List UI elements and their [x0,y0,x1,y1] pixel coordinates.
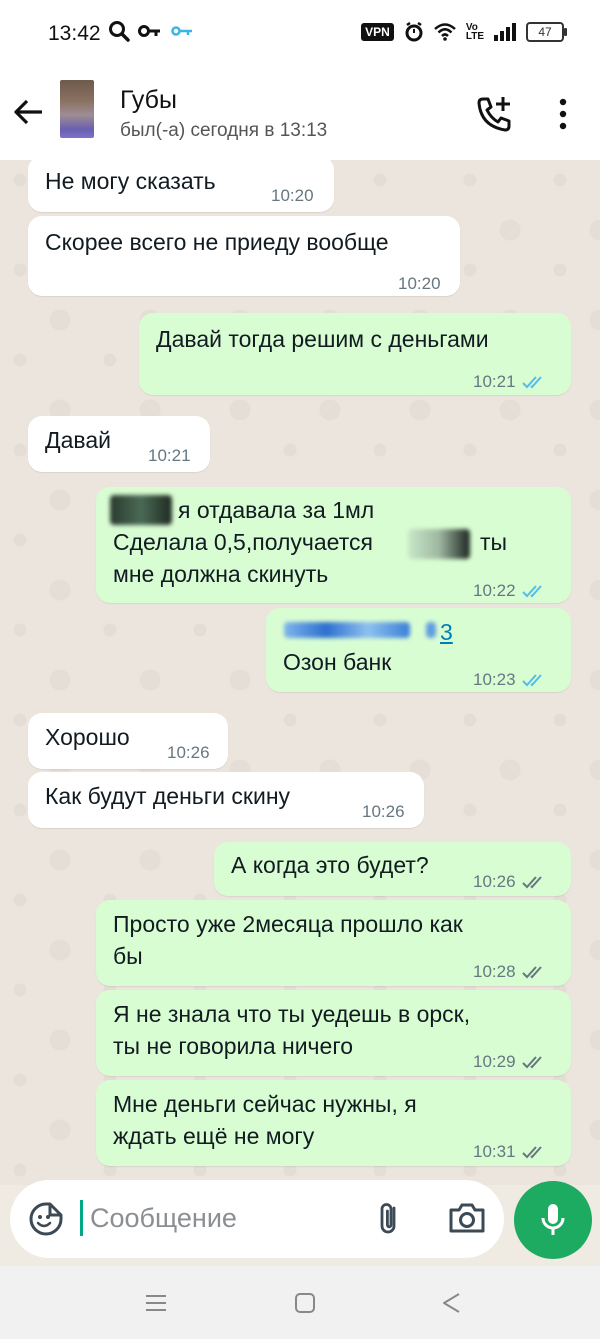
message-time: 10:20 [398,274,441,293]
message-text: Не могу сказать [45,168,216,194]
back-triangle-icon[interactable] [440,1291,464,1315]
message-text: Озон банк [283,649,392,675]
message-link[interactable]: 3 [440,616,453,648]
system-navigation-bar [0,1266,600,1339]
alarm-icon [405,22,423,42]
message-outgoing[interactable]: А когда это будет? 10:26 [214,842,571,896]
contact-name[interactable]: Губы [120,86,177,115]
vpn-badge: VPN [361,23,394,41]
status-bar: 13:42 VPN Vo LTE 47 [0,0,600,70]
message-text-line1: Мне деньги сейчас нужны, я [113,1091,417,1117]
redacted-text [110,495,172,525]
vpn-key-icon [171,26,192,36]
chat-area[interactable]: Не могу сказать 10:20 Скорее всего не пр… [0,160,600,1185]
message-incoming[interactable]: Не могу сказать 10:20 [28,160,334,212]
message-text-line2: ты не говорила ничего [113,1033,354,1059]
home-icon[interactable] [294,1292,316,1314]
message-text-line1: я отдавала за 1мл [178,497,375,523]
status-time: 13:42 [48,22,101,45]
message-text-line2: ждать ещё не могу [113,1123,315,1149]
message-time: 10:23 [473,670,516,689]
message-time: 10:26 [473,872,516,891]
message-incoming[interactable]: Давай 10:21 [28,416,210,472]
message-incoming[interactable]: Хорошо 10:26 [28,713,228,769]
redacted-text [408,529,470,559]
add-call-icon[interactable] [474,94,514,134]
attach-icon[interactable] [372,1200,408,1236]
read-ticks-icon [521,585,542,598]
message-outgoing[interactable]: 3 Озон банк 10:23 [266,608,571,692]
message-time: 10:28 [473,962,516,981]
redacted-link[interactable] [426,622,436,638]
message-input[interactable]: Сообщение [90,1203,237,1234]
read-ticks-icon [521,674,542,687]
back-arrow-icon[interactable] [10,94,46,130]
message-incoming[interactable]: Скорее всего не приеду вообще 10:20 [28,216,460,296]
message-outgoing[interactable]: я отдавала за 1мл Сделала 0,5,получается… [96,487,571,603]
delivered-ticks-icon [521,876,542,889]
message-text-line2: бы [113,943,143,969]
chat-header: Губы был(-а) сегодня в 13:13 [0,70,600,160]
voice-message-button[interactable] [514,1181,592,1259]
avatar[interactable] [60,80,94,138]
message-outgoing[interactable]: Я не знала что ты уедешь в орск, ты не г… [96,990,571,1076]
message-time: 10:26 [167,743,210,762]
message-time: 10:21 [148,446,191,465]
wifi-icon [434,23,456,41]
battery-icon: 47 [526,22,567,42]
message-text: Давай [45,427,111,453]
volte-label: Vo LTE [465,23,484,42]
message-time: 10:29 [473,1052,516,1071]
text-cursor [80,1200,83,1236]
message-text: Как будут деньги скину [45,783,291,809]
delivered-ticks-icon [521,1056,542,1069]
last-seen-status: был(-а) сегодня в 13:13 [120,120,328,141]
message-text-line2: Сделала 0,5,получается [113,529,373,555]
message-text: А когда это будет? [231,852,429,878]
message-time: 10:20 [271,186,314,205]
delivered-ticks-icon [521,966,542,979]
signal-icon [494,23,516,41]
message-outgoing[interactable]: Мне деньги сейчас нужны, я ждать ещё не … [96,1080,571,1166]
recent-apps-icon[interactable] [144,1294,168,1312]
more-options-icon[interactable] [550,96,576,132]
search-icon [109,21,130,42]
message-outgoing[interactable]: Давай тогда решим с деньгами 10:21 [139,313,571,395]
message-text-line2-end: ты [480,529,508,555]
sticker-emoji-icon[interactable] [28,1201,64,1237]
message-composer: Сообщение [10,1180,504,1258]
read-ticks-icon [521,376,542,389]
camera-icon[interactable] [447,1200,487,1236]
message-text: Скорее всего не приеду вообще [45,229,389,255]
microphone-icon [541,1204,565,1235]
delivered-ticks-icon [521,1146,542,1159]
message-text-line1: Просто уже 2месяца прошло как [113,911,463,937]
message-outgoing[interactable]: Просто уже 2месяца прошло как бы 10:28 [96,900,571,986]
message-time: 10:21 [473,372,516,391]
message-time: 10:31 [473,1142,516,1161]
message-time: 10:26 [362,802,405,821]
message-time: 10:22 [473,581,516,600]
message-incoming[interactable]: Как будут деньги скину 10:26 [28,772,424,828]
message-text-line3: мне должна скинуть [113,561,329,587]
message-text-line1: Я не знала что ты уедешь в орск, [113,1001,471,1027]
key-icon [138,25,160,37]
message-text: Хорошо [45,724,130,750]
redacted-link[interactable] [284,622,410,638]
volte-bottom: LTE [465,31,484,42]
message-text: Давай тогда решим с деньгами [156,326,489,352]
